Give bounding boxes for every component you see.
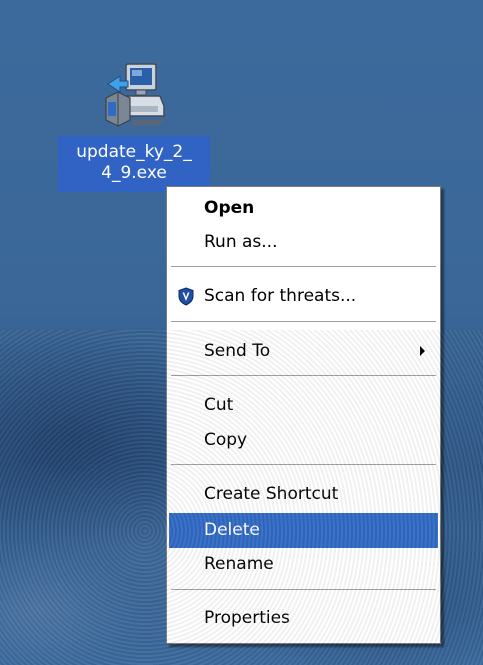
- installer-computer-icon: [105, 63, 165, 127]
- menu-item-label: Scan for threats...: [204, 286, 357, 306]
- desktop-file-label: update_ky_2_ 4_9.exe: [58, 136, 210, 192]
- antivirus-shield-icon: [178, 287, 194, 306]
- menu-item-run-as[interactable]: Run as...: [169, 229, 438, 255]
- desktop-file-icon[interactable]: update_ky_2_ 4_9.exe: [58, 62, 210, 194]
- menu-separator: [171, 375, 436, 376]
- menu-separator: [171, 464, 436, 465]
- context-menu: Open Run as... Scan for threats... Send …: [166, 186, 441, 644]
- menu-item-copy[interactable]: Copy: [169, 427, 438, 453]
- menu-item-delete[interactable]: Delete: [169, 513, 438, 548]
- menu-separator: [171, 321, 436, 322]
- menu-item-scan-for-threats[interactable]: Scan for threats...: [169, 283, 438, 309]
- desktop-background[interactable]: update_ky_2_ 4_9.exe Open Run as... Scan…: [0, 0, 483, 665]
- menu-item-label: Send To: [204, 341, 271, 361]
- menu-item-open[interactable]: Open: [169, 195, 438, 221]
- menu-item-properties[interactable]: Properties: [169, 605, 438, 631]
- menu-item-send-to[interactable]: Send To: [169, 338, 438, 364]
- menu-separator: [171, 266, 436, 267]
- menu-item-rename[interactable]: Rename: [169, 551, 438, 577]
- menu-item-create-shortcut[interactable]: Create Shortcut: [169, 481, 438, 507]
- submenu-arrow-icon: [420, 346, 425, 356]
- menu-separator: [171, 589, 436, 590]
- menu-item-cut[interactable]: Cut: [169, 392, 438, 418]
